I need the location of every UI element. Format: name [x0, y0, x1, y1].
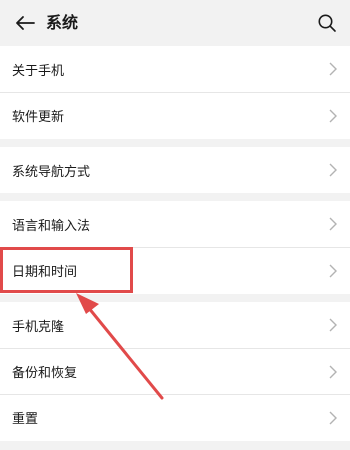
settings-item-backup-restore[interactable]: 备份和恢复: [0, 348, 350, 394]
settings-group-navigation: 系统导航方式: [0, 147, 350, 193]
settings-item-label: 软件更新: [12, 110, 65, 125]
chevron-right-icon: [329, 217, 337, 231]
settings-item-about-phone[interactable]: 关于手机: [0, 46, 350, 92]
settings-item-label: 语言和输入法: [12, 218, 91, 234]
chevron-right-icon: [329, 411, 337, 424]
settings-item-label: 备份和恢复: [12, 366, 78, 381]
top-bar: 系统: [0, 0, 350, 46]
settings-item-phone-clone[interactable]: 手机克隆: [0, 302, 350, 348]
settings-item-navigation-mode[interactable]: 系统导航方式: [0, 147, 350, 193]
settings-item-date-time[interactable]: 日期和时间: [0, 247, 350, 293]
chevron-right-icon: [329, 365, 337, 378]
chevron-right-icon: [329, 264, 337, 277]
settings-item-label: 系统导航方式: [12, 164, 91, 180]
chevron-right-icon: [329, 62, 337, 76]
settings-item-language-input[interactable]: 语言和输入法: [0, 201, 350, 247]
settings-item-reset[interactable]: 重置: [0, 394, 350, 440]
back-arrow-icon[interactable]: [12, 10, 38, 36]
settings-group-about-update: 关于手机 软件更新: [0, 46, 350, 139]
settings-group-clone-backup-reset: 手机克隆 备份和恢复 重置: [0, 302, 350, 441]
chevron-right-icon: [329, 109, 337, 122]
settings-item-label: 手机克隆: [12, 319, 65, 335]
settings-group-language-datetime: 语言和输入法 日期和时间: [0, 201, 350, 294]
settings-item-label: 重置: [12, 412, 39, 427]
page-title: 系统: [46, 13, 79, 32]
settings-item-software-update[interactable]: 软件更新: [0, 92, 350, 138]
settings-item-label: 日期和时间: [12, 265, 78, 280]
settings-item-label: 关于手机: [12, 63, 65, 79]
search-icon[interactable]: [314, 10, 340, 36]
chevron-right-icon: [329, 318, 337, 332]
chevron-right-icon: [329, 163, 337, 177]
